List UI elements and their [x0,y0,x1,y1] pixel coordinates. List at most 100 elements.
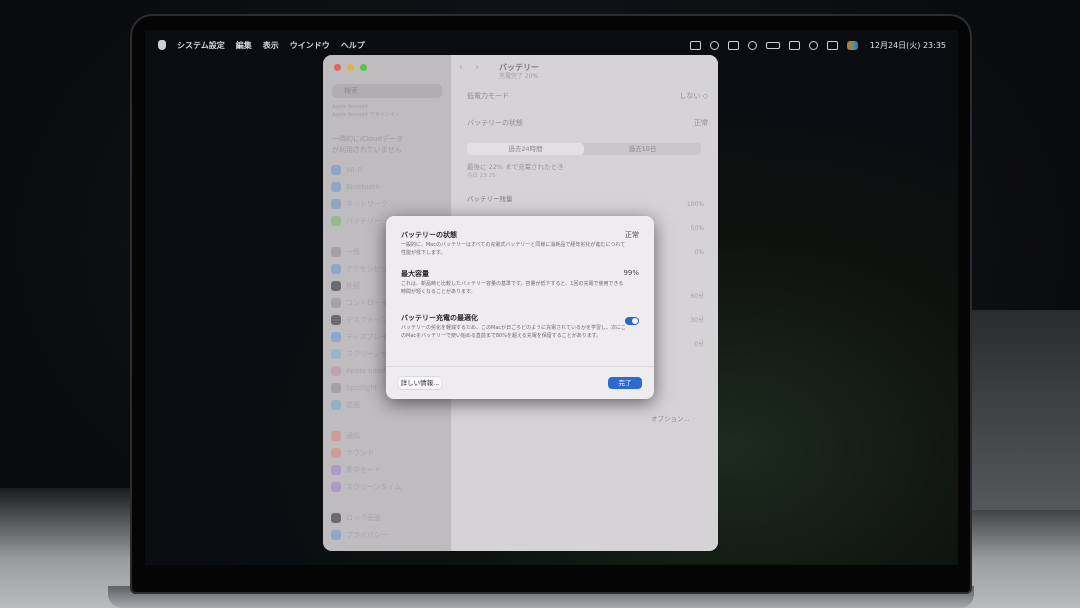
axis-label-0min: 0分 [694,341,704,348]
capacity-value: 99% [623,269,639,277]
activity-icon[interactable] [788,40,800,50]
nav-arrows[interactable]: ‹ › [459,63,484,73]
optimization-toggle[interactable] [625,317,639,325]
bluetooth-icon [331,182,341,192]
laptop-screen: システム設定 編集 表示 ウインドウ ヘルプ 12月24日(火) 23:35 検… [145,30,958,565]
photo-scene: システム設定 編集 表示 ウインドウ ヘルプ 12月24日(火) 23:35 検… [0,0,1080,608]
sidebar-item-appearance[interactable]: 外観 [331,279,360,293]
display-icon[interactable] [727,40,739,50]
sidebar-item-label: Spotlight [346,384,378,392]
sidebar-item-label: サウンド [346,449,374,457]
axis-label-30min: 30分 [690,317,704,324]
hand-icon [331,530,341,540]
battery-icon [331,216,341,226]
menu-view[interactable]: 表示 [263,40,279,51]
search-icon[interactable] [808,40,818,50]
axis-label-60min: 60分 [690,293,704,300]
health-value: 正常 [625,231,639,239]
low-power-label: 低電力モード [467,92,509,100]
sidebar-item-label: ロック画面 [346,514,381,522]
sidebar-search-input[interactable]: 検索 [332,84,442,98]
menu-help[interactable]: ヘルプ [341,40,365,51]
sidebar-item-spotlight[interactable]: Spotlight [331,381,377,395]
sidebar-item-screen-time[interactable]: スクリーンタイム [331,480,402,494]
axis-label-0: 0% [694,249,704,256]
optimization-description: バッテリーの劣化を軽減するため、このMacが日ごろどのように充電されているかを学… [401,325,626,339]
sidebar-item-notifications[interactable]: 通知 [331,429,360,443]
sidebar-item-battery[interactable]: バッテリー [331,214,381,228]
spotlight-icon [331,383,341,393]
health-description: 一般的に、Macのバッテリーはすべての充電式バッテリーと同様に消耗品で経年劣化が… [401,242,626,256]
sidebar-item-label: プライバシー [346,531,388,539]
icloud-line: 一時的にiCloudデータ [332,135,403,143]
menu-edit[interactable]: 編集 [236,40,252,51]
menu-clock[interactable]: 12月24日(火) 23:35 [870,40,946,51]
sidebar-item-bluetooth[interactable]: Bluetooth [331,180,380,194]
wifi-icon [331,165,341,175]
sidebar-item-label: スクリーンタイム [346,483,402,491]
done-button[interactable]: 完了 [608,377,642,389]
sidebar-item-sound[interactable]: サウンド [331,446,374,460]
sidebar-item-label: バッテリー [346,217,381,225]
sidebar-item-displays[interactable]: ディスプレイ [331,330,388,344]
battery-status-icon[interactable] [689,40,701,50]
sidebar-item-lock-screen[interactable]: ロック画面 [331,511,381,525]
appearance-icon [331,281,341,291]
battery-health-dialog: バッテリーの状態 正常 一般的に、Macのバッテリーはすべての充電式バッテリーと… [386,216,654,399]
menu-window[interactable]: ウインドウ [290,40,330,51]
network-icon [331,199,341,209]
hourglass-icon [331,482,341,492]
sidebar-item-wifi[interactable]: Wi-Fi [331,163,363,177]
apple-logo-icon[interactable] [158,40,166,50]
capacity-description: これは、新品時と比較したバッテリー容量の基準です。容量が低下すると、1回の充電で… [401,281,624,295]
control-center-icon[interactable] [826,40,838,50]
wallpaper-icon [331,400,341,410]
account-item[interactable]: Apple Account Apple Account でサインイン [332,103,442,129]
sidebar-item-focus[interactable]: 集中モード [331,463,381,477]
options-button[interactable]: オプション... [651,413,690,423]
menu-app-name[interactable]: システム設定 [177,40,225,51]
wifi-icon[interactable] [709,40,719,50]
icloud-notice[interactable]: 一時的にiCloudデータ が利用されていません [332,134,442,156]
sidebar-item-label: ネットワーク [346,200,388,208]
icloud-line: が利用されていません [332,146,402,154]
window-controls [334,64,367,71]
sidebar-item-wallpaper[interactable]: 壁紙 [331,398,360,412]
display-icon [331,332,341,342]
tab-10d[interactable]: 過去10日 [584,143,701,155]
account-line: Apple Account [332,104,369,110]
low-power-row[interactable]: 低電力モード しない ◇ [467,89,708,103]
moon-icon [331,465,341,475]
sidebar-item-privacy[interactable]: プライバシー [331,528,388,542]
optimization-title: バッテリー充電の最適化 [401,314,478,322]
sidebar-item-label: 外観 [346,282,360,290]
zoom-button-icon[interactable] [360,64,367,71]
last-charged-time: 今日 23:25 [467,173,496,179]
more-info-button[interactable]: 詳しい情報... [398,377,442,389]
control-center-icon [331,298,341,308]
dock-icon [331,315,341,325]
sidebar-item-network[interactable]: ネットワーク [331,197,388,211]
sidebar-item-label: Wi-Fi [346,166,363,174]
low-power-select[interactable]: しない ◇ [679,91,708,101]
sidebar-item-general[interactable]: 一般 [331,245,360,259]
bluetooth-icon[interactable] [747,40,757,50]
lock-icon [331,513,341,523]
time-range-segmented[interactable]: 過去24時間 過去10日 [467,143,701,155]
battery-state-value: 正常 [694,119,708,127]
siri-icon[interactable] [846,40,858,50]
battery-state-label: バッテリーの状態 [467,119,523,127]
screensaver-icon [331,349,341,359]
bell-icon [331,431,341,441]
dialog-divider [386,366,654,367]
tab-24h[interactable]: 過去24時間 [467,143,584,155]
battery-state-row[interactable]: バッテリーの状態 正常 [467,116,708,130]
minimize-button-icon[interactable] [347,64,354,71]
close-button-icon[interactable] [334,64,341,71]
sidebar-item-label: Bluetooth [346,183,380,191]
battery-icon[interactable] [765,41,780,49]
status-area: 12月24日(火) 23:35 [689,30,946,60]
health-title: バッテリーの状態 [401,231,457,239]
axis-label-50: 50% [690,225,704,232]
sidebar-item-label: 壁紙 [346,401,360,409]
